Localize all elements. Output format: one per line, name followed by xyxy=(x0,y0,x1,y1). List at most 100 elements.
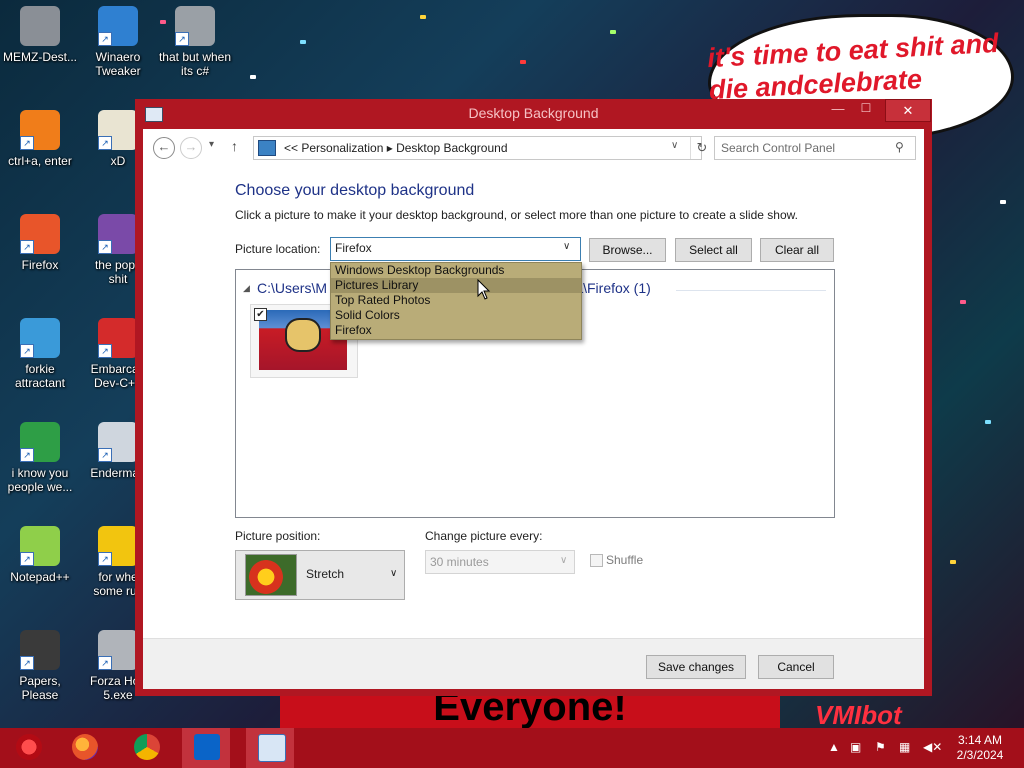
control-panel-icon xyxy=(258,734,286,762)
shortcut-arrow-icon: ↗ xyxy=(98,240,112,254)
refresh-button[interactable]: ↻ xyxy=(690,137,713,159)
search-box[interactable]: ⚲ xyxy=(714,136,916,160)
minimize-button[interactable]: — xyxy=(825,101,851,119)
desktop-icon-label: forkie attractant xyxy=(14,362,66,390)
taskbar-outlook[interactable] xyxy=(182,728,230,768)
desktop-icon[interactable]: ↗ ctrl+a, enter xyxy=(0,110,80,168)
start-button[interactable] xyxy=(4,728,52,768)
shuffle-checkbox[interactable] xyxy=(590,554,603,567)
shuffle-label: Shuffle xyxy=(606,553,644,567)
action-center-flag-icon[interactable]: ⚑ xyxy=(875,740,886,754)
confetti xyxy=(520,60,526,64)
desktop-icon[interactable]: ↗ Firefox xyxy=(0,214,80,272)
taskbar-clock[interactable]: 3:14 AM 2/3/2024 xyxy=(950,733,1010,763)
shortcut-arrow-icon: ↗ xyxy=(20,448,34,462)
volume-muted-icon[interactable]: ◀✕ xyxy=(923,740,942,754)
cancel-button[interactable]: Cancel xyxy=(758,655,834,679)
taskbar-firefox[interactable] xyxy=(60,728,108,768)
shortcut-arrow-icon: ↗ xyxy=(98,656,112,670)
picture-position-select[interactable]: Stretch ∨ xyxy=(235,550,405,600)
picture-position-label: Picture position: xyxy=(235,529,321,543)
address-bar[interactable]: << Personalization ▸ Desktop Background … xyxy=(253,136,707,160)
chevron-down-icon: ∨ xyxy=(563,241,571,252)
confetti xyxy=(1000,200,1006,204)
window-title: Desktop Background xyxy=(468,105,599,121)
desktop-icon-label: Papers, Please xyxy=(19,674,61,702)
desktop-icon[interactable]: ↗ that but when its c# xyxy=(155,6,235,78)
desktop-background-window: Desktop Background — ☐ ✕ ← → ▾ ↑ << Pers… xyxy=(135,99,932,696)
shortcut-arrow-icon: ↗ xyxy=(20,656,34,670)
confetti xyxy=(420,15,426,19)
dropdown-option[interactable]: Solid Colors xyxy=(331,308,581,323)
shortcut-arrow-icon: ↗ xyxy=(20,552,34,566)
shortcut-icon: ↗ xyxy=(20,422,60,462)
recent-locations-button[interactable]: ▾ xyxy=(209,139,214,150)
change-picture-value: 30 minutes xyxy=(430,555,489,569)
mouse-cursor-icon xyxy=(477,279,491,300)
up-button[interactable]: ↑ xyxy=(231,138,238,154)
clock-date: 2/3/2024 xyxy=(956,748,1004,762)
taskbar: ▲ ▣ ⚑ ▦ ◀✕ 3:14 AM 2/3/2024 xyxy=(0,728,1024,768)
collapse-group-icon[interactable]: ◢ xyxy=(243,283,250,294)
show-hidden-icons-button[interactable]: ▲ xyxy=(828,740,840,754)
forward-button[interactable]: → xyxy=(180,137,202,159)
shortcut-arrow-icon: ↗ xyxy=(20,240,34,254)
back-button[interactable]: ← xyxy=(153,137,175,159)
tray-app-icon[interactable]: ▣ xyxy=(850,740,861,754)
shortcut-icon: ↗ xyxy=(98,422,138,462)
dropdown-option[interactable]: Top Rated Photos xyxy=(331,293,581,308)
taskbar-chrome[interactable] xyxy=(122,728,170,768)
desktop-icon[interactable]: ↗ Papers, Please xyxy=(0,630,80,702)
footer-bar: Save changes Cancel xyxy=(143,638,924,689)
search-icon[interactable]: ⚲ xyxy=(895,140,904,154)
chrome-icon xyxy=(134,734,160,760)
shortcut-arrow-icon: ↗ xyxy=(20,344,34,358)
desktop-icon[interactable]: ↗ forkie attractant xyxy=(0,318,80,390)
address-dropdown-icon[interactable]: ∨ xyxy=(671,140,678,151)
dropdown-option[interactable]: Windows Desktop Backgrounds xyxy=(331,263,581,278)
shortcut-icon: ↗ xyxy=(20,630,60,670)
taskbar-control-panel[interactable] xyxy=(246,728,294,768)
shortcut-arrow-icon: ↗ xyxy=(20,136,34,150)
desktop-icon[interactable]: ↗ Notepad++ xyxy=(0,526,80,584)
dropdown-option[interactable]: Pictures Library xyxy=(331,278,581,293)
picture-location-select[interactable]: Firefox ∨ xyxy=(330,237,581,261)
network-icon[interactable]: ▦ xyxy=(899,740,910,754)
desktop-icon-label: MEMZ-Dest... xyxy=(3,50,77,64)
window-client: ← → ▾ ↑ << Personalization ▸ Desktop Bac… xyxy=(143,129,924,689)
shortcut-icon: ↗ xyxy=(20,526,60,566)
shortcut-icon: ↗ xyxy=(98,526,138,566)
shortcut-icon: ↗ xyxy=(98,110,138,150)
start-orb-icon xyxy=(16,734,42,760)
desktop-icon[interactable]: ↗ i know you people we... xyxy=(0,422,80,494)
desktop-icon-label: ctrl+a, enter xyxy=(8,154,72,168)
browse-button[interactable]: Browse... xyxy=(589,238,666,262)
search-input[interactable] xyxy=(721,141,886,155)
save-changes-button[interactable]: Save changes xyxy=(646,655,746,679)
outlook-icon xyxy=(194,734,220,760)
maximize-button[interactable]: ☐ xyxy=(853,101,879,119)
shortcut-arrow-icon: ↗ xyxy=(98,136,112,150)
thumbnail-checkbox[interactable]: ✔ xyxy=(254,308,267,321)
confetti xyxy=(950,560,956,564)
breadcrumb[interactable]: << Personalization ▸ Desktop Background xyxy=(284,141,508,155)
shortcut-icon: ↗ xyxy=(98,214,138,254)
group-path-start: C:\Users\M xyxy=(257,280,327,296)
clear-all-button[interactable]: Clear all xyxy=(760,238,834,262)
corner-text: VMIbot xyxy=(815,700,902,730)
picture-position-value: Stretch xyxy=(306,567,345,581)
shortcut-arrow-icon: ↗ xyxy=(98,32,112,46)
select-all-button[interactable]: Select all xyxy=(675,238,752,262)
confetti xyxy=(960,300,966,304)
title-bar[interactable]: Desktop Background — ☐ ✕ xyxy=(135,99,932,129)
thumbnail-face xyxy=(285,318,321,352)
chevron-down-icon: ∨ xyxy=(390,568,398,579)
shortcut-arrow-icon: ↗ xyxy=(98,552,112,566)
confetti xyxy=(610,30,616,34)
change-picture-select[interactable]: 30 minutes ∨ xyxy=(425,550,575,574)
desktop-icon[interactable]: ↗ Winaero Tweaker xyxy=(78,6,158,78)
close-button[interactable]: ✕ xyxy=(885,99,931,122)
dropdown-option[interactable]: Firefox xyxy=(331,323,581,338)
picture-location-label: Picture location: xyxy=(235,242,321,256)
desktop-icon[interactable]: MEMZ-Dest... xyxy=(0,6,80,64)
